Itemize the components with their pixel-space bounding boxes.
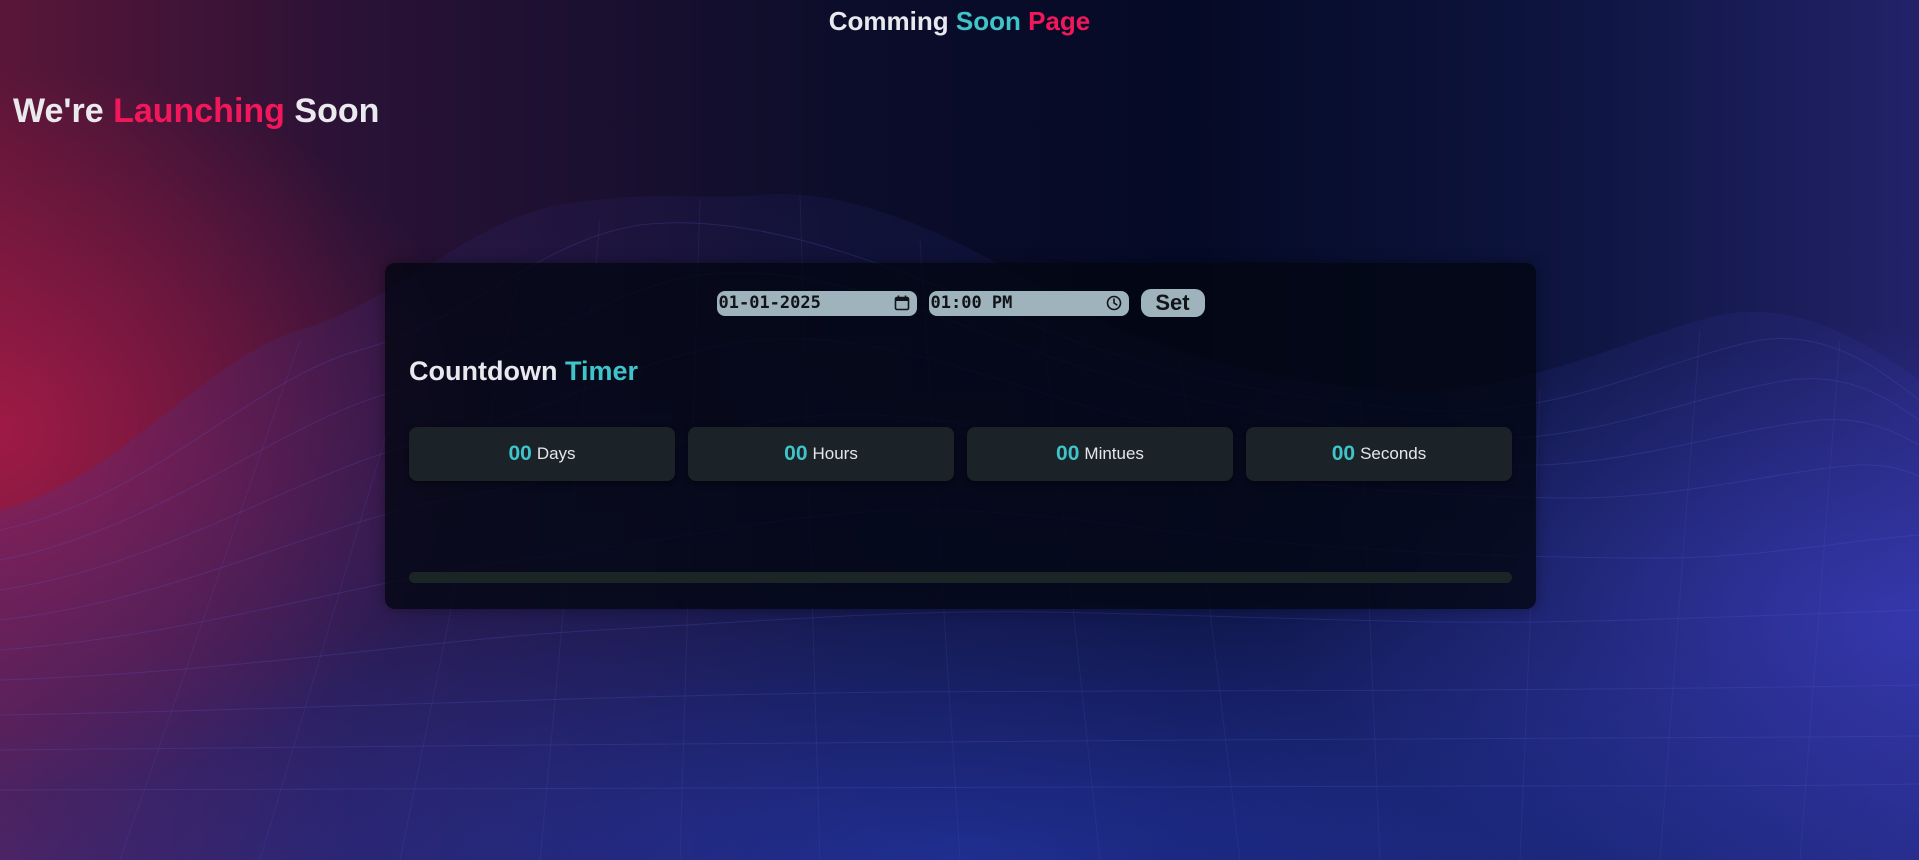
date-input[interactable]: 01-01-2025: [716, 290, 917, 316]
seconds-label: Seconds: [1360, 444, 1427, 463]
hours-value: 00: [784, 442, 808, 465]
minutes-label: Mintues: [1084, 444, 1144, 463]
seconds-box: 00 Seconds: [1246, 427, 1512, 481]
page-header-title: Comming Soon Page: [0, 6, 1919, 37]
days-value: 00: [508, 442, 532, 465]
hours-label: Hours: [812, 444, 858, 463]
countdown-controls: 01-01-2025 01:00 PM Set: [385, 289, 1536, 317]
time-input[interactable]: 01:00 PM: [928, 290, 1129, 316]
hours-box: 00 Hours: [688, 427, 954, 481]
header-title-part1: Comming: [828, 6, 956, 36]
header-title-part3: Page: [1028, 6, 1091, 36]
set-button[interactable]: Set: [1140, 289, 1205, 317]
days-box: 00 Days: [409, 427, 675, 481]
hero-part2: Launching: [113, 92, 285, 130]
header-title-part2: Soon: [955, 6, 1029, 36]
hero-headline: We're Launching Soon: [13, 92, 379, 131]
date-input-value: 01-01-2025: [718, 293, 821, 313]
time-input-value: 01:00 PM: [930, 293, 1013, 313]
countdown-card: 01-01-2025 01:00 PM Set Countdown Timer …: [385, 263, 1536, 609]
minutes-value: 00: [1056, 442, 1080, 465]
days-label: Days: [536, 444, 576, 463]
countdown-progress-bar: [409, 572, 1512, 583]
seconds-value: 00: [1331, 442, 1356, 465]
hero-part1: We're: [13, 92, 114, 130]
clock-icon[interactable]: [1105, 294, 1123, 312]
countdown-title: Countdown Timer: [409, 356, 638, 387]
minutes-box: 00 Mintues: [967, 427, 1233, 481]
countdown-units: 00 Days 00 Hours 00 Mintues 00 Seconds: [409, 427, 1512, 481]
countdown-title-part2: Timer: [564, 356, 638, 386]
hero-part3: Soon: [284, 92, 380, 130]
countdown-title-part1: Countdown: [409, 356, 565, 386]
calendar-icon[interactable]: [893, 294, 911, 312]
